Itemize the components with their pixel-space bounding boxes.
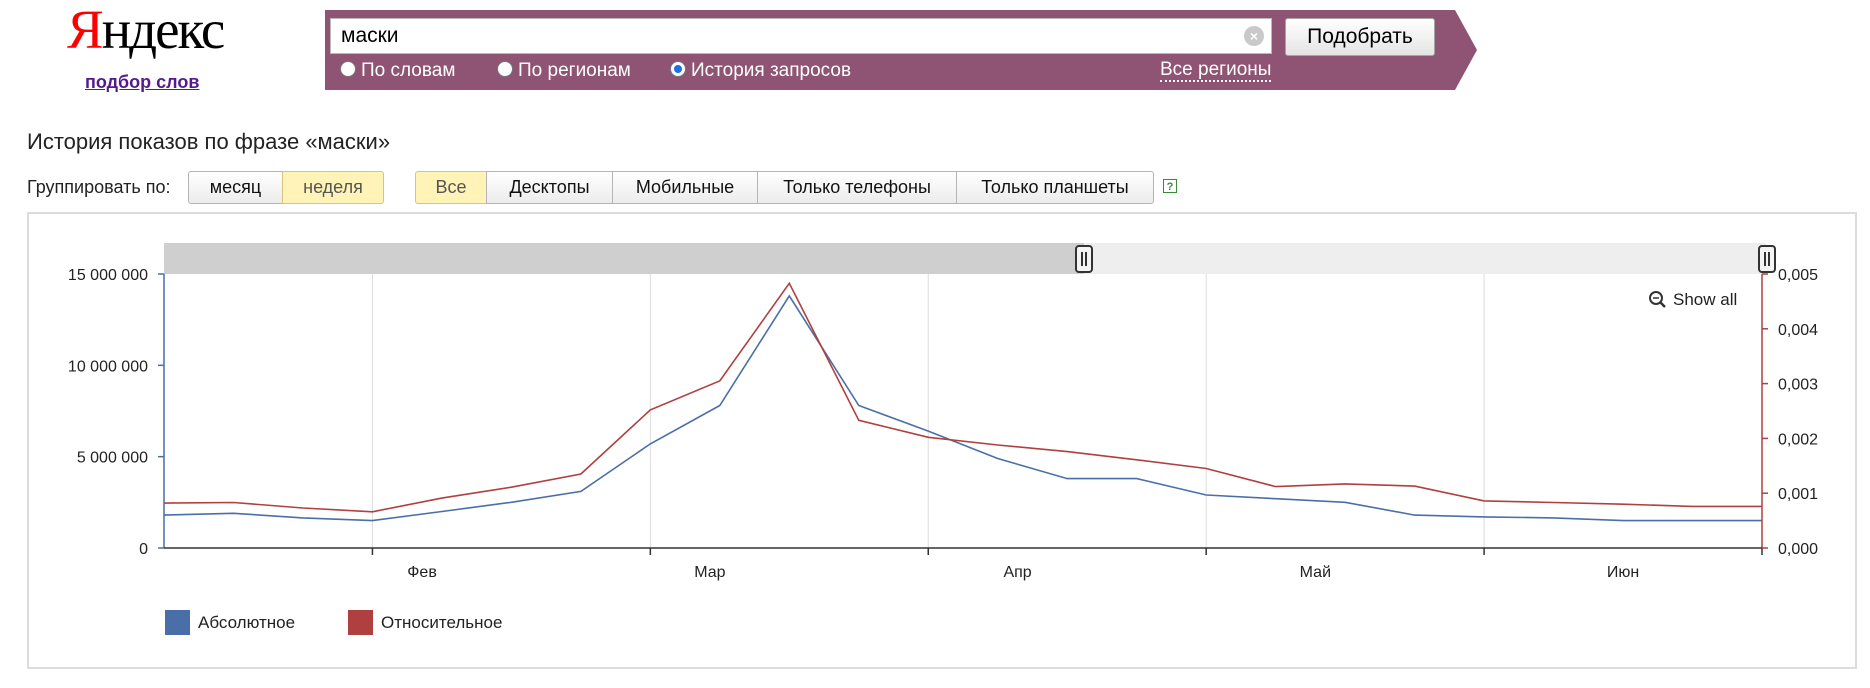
series-line-absolute[interactable]	[163, 294, 1762, 522]
history-chart: Show all Фев Мар Апр Май Июн 0 5 000 000 10 000…	[68, 243, 1818, 635]
series-line-relative[interactable]	[163, 281, 1762, 513]
legend-swatch-absolute[interactable]	[165, 610, 190, 635]
y-left-tick-label: 5 000 000	[77, 450, 148, 467]
x-tick-label: Май	[1300, 564, 1331, 581]
legend-label-relative[interactable]: Относительное	[381, 613, 502, 632]
navigator-handle-right[interactable]	[1758, 245, 1776, 273]
x-tick-label: Фев	[407, 564, 437, 581]
zoom-out-icon	[1649, 291, 1666, 308]
y-right-tick-label: 0,000	[1778, 541, 1818, 558]
x-tick-label: Июн	[1607, 564, 1639, 581]
y-right-tick-label: 0,003	[1778, 377, 1818, 394]
y-left-tick-label: 15 000 000	[68, 267, 148, 284]
x-tick-label: Апр	[1003, 564, 1031, 581]
navigator-handle-left[interactable]	[1075, 245, 1093, 273]
y-left-tick-label: 10 000 000	[68, 358, 148, 375]
show-all-label: Show all	[1673, 290, 1737, 309]
legend: Абсолютное Относительное	[165, 610, 502, 635]
y-right-tick-label: 0,004	[1778, 322, 1818, 339]
y-right-tick-label: 0,005	[1778, 267, 1818, 284]
x-tick-label: Мар	[694, 564, 725, 581]
show-all-button[interactable]: Show all	[1649, 290, 1737, 309]
legend-swatch-relative[interactable]	[348, 610, 373, 635]
y-left-tick-label: 0	[139, 541, 148, 558]
y-right-tick-label: 0,002	[1778, 431, 1818, 448]
legend-label-absolute[interactable]: Абсолютное	[198, 613, 295, 632]
y-right-tick-label: 0,001	[1778, 486, 1818, 503]
navigator-window[interactable]	[164, 243, 1084, 274]
